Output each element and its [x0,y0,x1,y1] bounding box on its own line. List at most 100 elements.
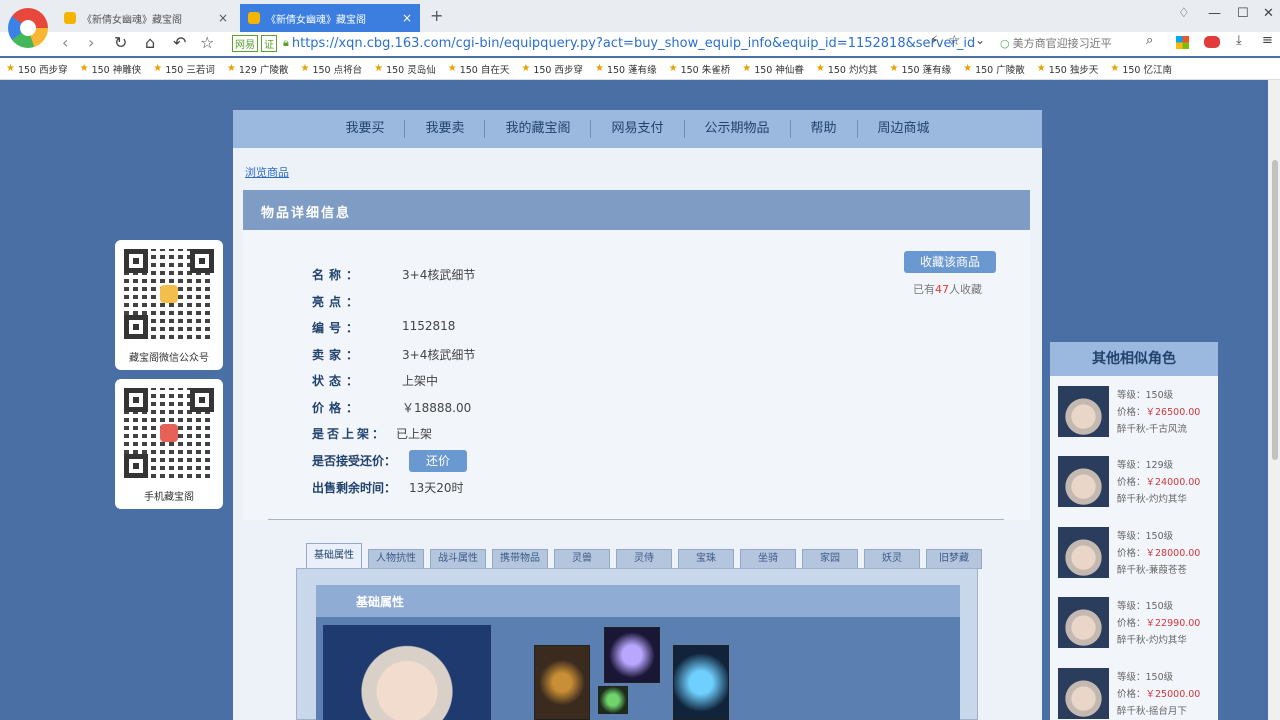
gamepad-icon[interactable] [1204,36,1220,48]
bookmark-star-icon[interactable]: ☆ [200,33,214,52]
detail-tab[interactable]: 妖灵 [864,549,920,569]
menu-item[interactable]: 周边商城 [858,120,950,138]
browser-logo-icon[interactable] [8,8,48,48]
shirt-icon[interactable]: ♢ [1178,6,1190,21]
bookmark-label: 150 神雕侠 [91,64,142,76]
bookmark-label: 150 三若词 [165,64,215,76]
close-tab-icon[interactable]: × [402,11,412,25]
bookmark-item[interactable]: ★ 150 神雕侠 [80,62,142,76]
chevron-down-icon[interactable]: ⌄ [975,33,985,47]
menu-item[interactable]: 公示期物品 [685,120,791,138]
detail-label: 亮点： [312,295,364,309]
favorite-star-icon[interactable]: ☆ [948,33,961,49]
similar-item[interactable]: 等级：150级 价格：￥28000.00 醉千秋-蒹葭苍苍 [1058,527,1214,583]
similar-item[interactable]: 等级：129级 价格：￥24000.00 醉千秋-灼灼其华 [1058,456,1214,512]
bookmark-item[interactable]: ★ 150 点将台 [301,62,363,76]
similar-item[interactable]: 等级：150级 价格：￥26500.00 醉千秋-千古风流 [1058,386,1214,442]
menu-icon[interactable]: ≡ [1262,33,1273,48]
browser-tab[interactable]: 《新倩女幽魂》藏宝阁 × [56,4,236,32]
browser-tab-active[interactable]: 《新倩女幽魂》藏宝阁 × [240,4,420,32]
menu-item[interactable]: 网易支付 [591,120,685,138]
search-box[interactable]: ○ 美方商官迎接习近平 [1000,34,1140,52]
similar-price: 价格：￥26500.00 [1117,404,1200,418]
equip-item-sword[interactable] [673,645,729,720]
divider [268,519,1004,520]
breadcrumb-link[interactable]: 浏览商品 [245,164,289,180]
bookmark-icon: ★ [447,63,457,74]
detail-tab[interactable]: 坐骑 [740,549,796,569]
bookmark-icon: ★ [742,63,752,74]
apps-icon[interactable] [1176,36,1189,49]
detail-tab[interactable]: 人物抗性 [368,549,424,569]
bookmark-item[interactable]: ★ 150 蓬有缘 [595,62,657,76]
favorite-count: 已有47人收藏 [913,281,982,297]
detail-label: 名称： [312,268,364,282]
bookmark-item[interactable]: ★ 150 三若词 [153,62,215,76]
equip-item-gem[interactable] [598,686,628,714]
bookmark-item[interactable]: ★ 129 广陵散 [227,62,289,76]
close-tab-icon[interactable]: × [218,11,228,25]
address-bar[interactable]: 网易 证 🔒︎ https://xqn.cbg.163.com/cgi-bin/… [232,33,986,53]
detail-tab[interactable]: 灵侍 [616,549,672,569]
qr-card-wechat: 藏宝阁微信公众号 [115,240,223,370]
equip-item-crown[interactable] [604,627,660,683]
minimize-icon[interactable]: — [1208,6,1221,21]
menu-item[interactable]: 我的藏宝阁 [485,120,592,138]
bookmark-item[interactable]: ★ 150 神仙眷 [742,62,804,76]
bookmark-icon: ★ [1110,63,1120,74]
price-value: ￥26500.00 [1145,407,1201,418]
new-tab-button[interactable]: + [430,6,443,25]
menu-item[interactable]: 我要买 [325,120,406,138]
scrollbar-thumb[interactable] [1272,160,1278,460]
similar-name: 醉千秋-灼灼其华 [1117,494,1187,505]
download-icon[interactable]: ⤓ [1236,33,1242,48]
counter-offer-button[interactable]: 还价 [409,450,467,472]
lightning-icon[interactable]: ⚡︎ [930,33,938,47]
detail-tab[interactable]: 携带物品 [492,549,548,569]
bookmark-icon: ★ [374,63,384,74]
detail-tab[interactable]: 家园 [802,549,858,569]
home-icon[interactable]: ⌂ [145,33,155,52]
similar-title: 其他相似角色 [1050,342,1218,376]
bookmark-icon: ★ [595,63,604,74]
detail-tab[interactable]: 灵兽 [554,549,610,569]
search-icon[interactable]: ⌕ [1146,33,1153,48]
maximize-icon[interactable]: ☐ [1237,6,1249,21]
bookmark-item[interactable]: ★ 150 灵岛仙 [374,62,436,76]
bookmark-item[interactable]: ★ 150 西步穿 [521,62,583,76]
favorite-count-suffix: 人收藏 [949,283,982,296]
detail-value: 1152818 [402,319,456,333]
back-icon[interactable]: ‹ [62,33,68,52]
detail-label: 编号： [312,321,364,335]
bookmark-item[interactable]: ★ 150 灼灼其 [816,62,878,76]
detail-row-price: 价格： ￥18888.00 [312,399,471,416]
search-engine-icon: ○ [1000,36,1010,50]
bookmark-item[interactable]: ★ 150 自在天 [448,62,510,76]
menu-item[interactable]: 我要卖 [405,120,486,138]
price-value: ￥18888.00 [402,401,472,415]
bookmark-item[interactable]: ★ 150 广陵散 [963,62,1025,76]
bookmark-label: 150 灼灼其 [827,64,878,76]
similar-item[interactable]: 等级：150级 价格：￥22990.00 醉千秋-灼灼其华 [1058,597,1214,653]
bookmark-item[interactable]: ★ 150 独步天 [1037,62,1099,76]
forward-icon[interactable]: › [88,33,94,52]
bookmark-label: 150 忆江南 [1122,64,1172,76]
bookmark-label: 150 自在天 [459,64,510,76]
detail-tab[interactable]: 战斗属性 [430,549,486,569]
detail-tab[interactable]: 旧梦藏 [926,549,982,569]
close-window-icon[interactable]: ✕ [1263,6,1274,21]
detail-value: 13天20时 [409,481,464,495]
equip-item-weapon[interactable] [534,645,590,720]
menu-item[interactable]: 帮助 [791,120,858,138]
favorite-button[interactable]: 收藏该商品 [904,251,996,273]
reload-icon[interactable]: ↻ [114,33,127,52]
bookmark-item[interactable]: ★ 150 忆江南 [1110,62,1172,76]
detail-tab[interactable]: 宝珠 [678,549,734,569]
coin-icon [160,285,178,303]
similar-item[interactable]: 等级：150级 价格：￥25000.00 醉千秋-摇台月下 [1058,668,1214,720]
bookmark-item[interactable]: ★ 150 朱雀桥 [669,62,731,76]
undo-icon[interactable]: ↶ [173,33,186,52]
detail-tab[interactable]: 基础属性 [306,543,362,569]
bookmark-item[interactable]: ★ 150 蓬有缘 [890,62,952,76]
bookmark-item[interactable]: ★ 150 西步穿 [6,62,68,76]
